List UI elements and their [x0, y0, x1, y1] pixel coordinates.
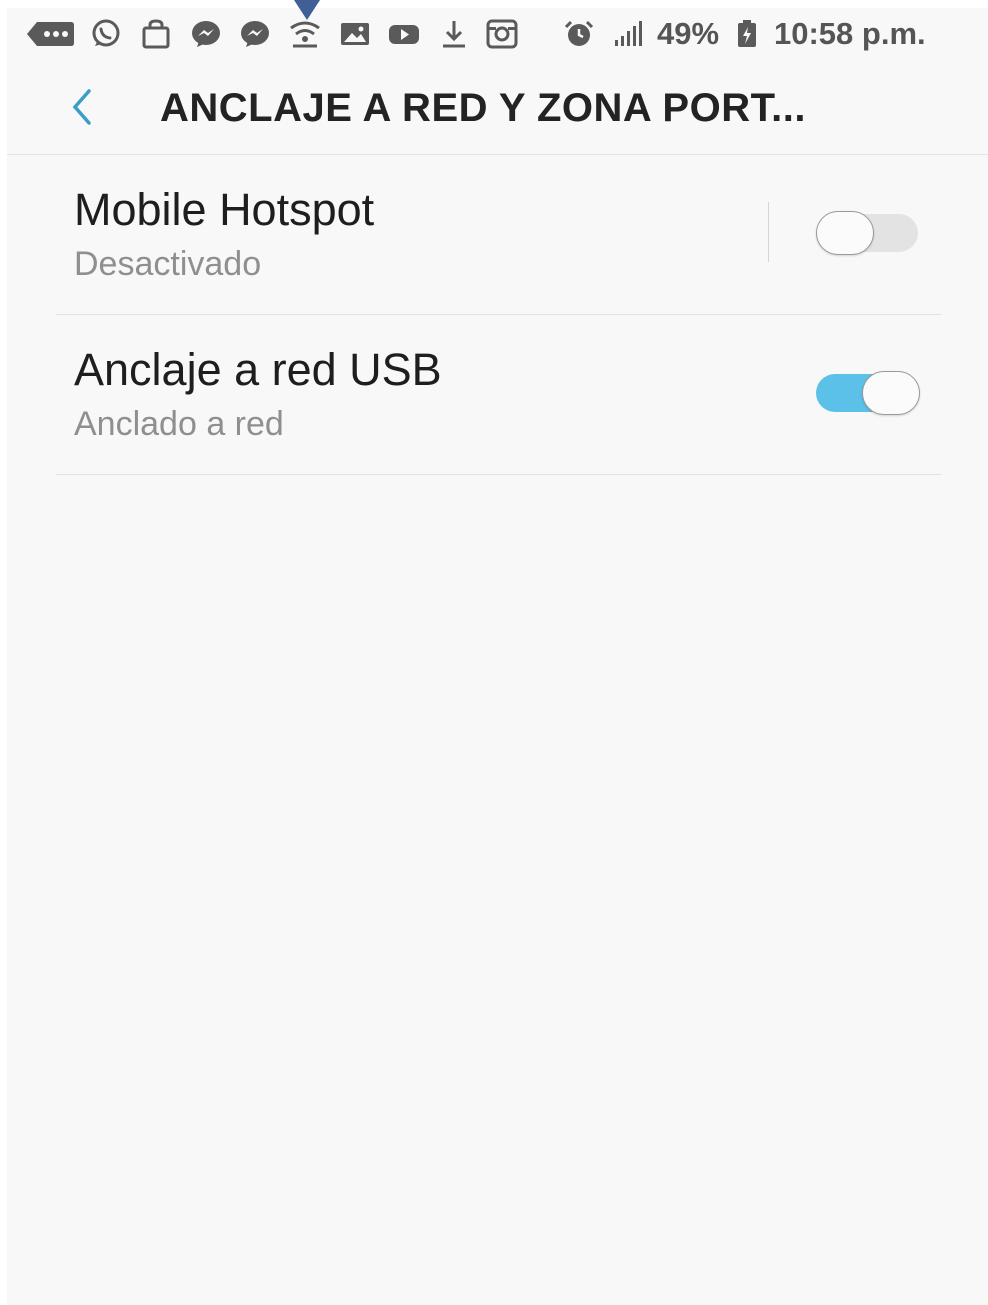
message-bubble-icon: [25, 18, 75, 50]
status-bar: 49% 10:58 p.m.: [7, 8, 988, 60]
hotspot-icon: [288, 18, 322, 50]
signal-icon: [611, 18, 645, 50]
screen: 49% 10:58 p.m. ANCLAJE A RED Y ZONA PORT…: [7, 0, 988, 1305]
messenger-icon: [189, 18, 223, 50]
gallery-icon: [338, 18, 372, 50]
app-header: ANCLAJE A RED Y ZONA PORT...: [7, 60, 988, 155]
alarm-icon: [562, 18, 596, 50]
instagram-icon: [485, 18, 519, 50]
vertical-divider: [768, 202, 769, 262]
usb-tethering-title: Anclaje a red USB: [74, 344, 442, 395]
back-arrow-icon: [72, 89, 91, 125]
clock-time: 10:58 p.m.: [774, 16, 926, 51]
usb-tethering-toggle[interactable]: [816, 371, 920, 415]
messenger-icon: [238, 18, 272, 50]
back-button[interactable]: [57, 80, 107, 134]
shopping-bag-icon: [139, 18, 173, 50]
usb-tethering-status: Anclado a red: [74, 405, 284, 443]
pointer-marker-icon: [294, 0, 320, 20]
mobile-hotspot-status: Desactivado: [74, 245, 262, 283]
toggle-thumb: [816, 211, 874, 255]
battery-percent: 49%: [657, 16, 720, 51]
battery-icon: [735, 18, 759, 50]
usb-tethering-row[interactable]: Anclaje a red USB Anclado a red: [56, 314, 941, 475]
page-title: ANCLAJE A RED Y ZONA PORT...: [160, 86, 806, 130]
mobile-hotspot-row[interactable]: Mobile Hotspot Desactivado: [56, 154, 941, 315]
mobile-hotspot-toggle[interactable]: [816, 211, 918, 255]
whatsapp-icon: [89, 18, 123, 50]
mobile-hotspot-title: Mobile Hotspot: [74, 184, 375, 235]
download-icon: [437, 18, 471, 50]
toggle-thumb: [862, 371, 920, 415]
youtube-icon: [387, 18, 421, 50]
